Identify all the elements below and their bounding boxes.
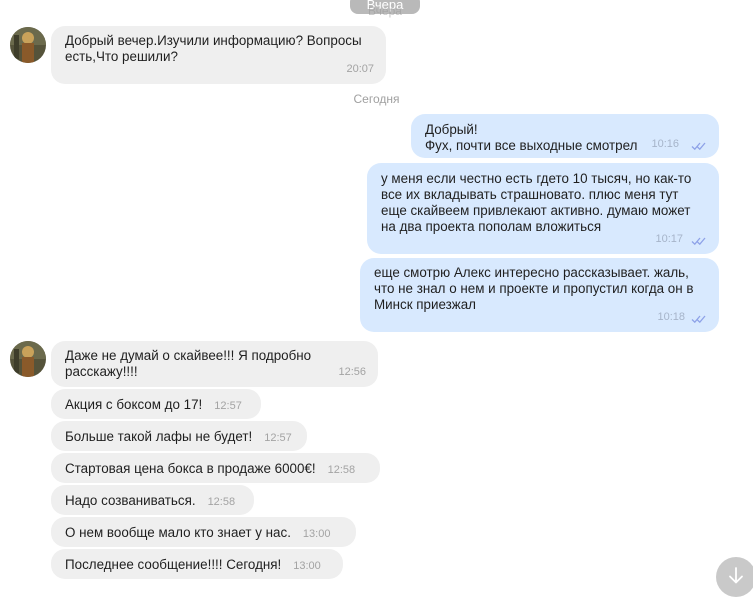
message-text: Акция с боксом до 17! bbox=[65, 397, 203, 412]
date-chip-shadow-label: Вчера bbox=[368, 4, 402, 18]
message-time: 10:18 bbox=[657, 311, 685, 323]
double-check-icon bbox=[691, 142, 706, 151]
message-bubble[interactable]: Даже не думай о скайвее!!! Я подробно ра… bbox=[51, 341, 378, 387]
message-time: 12:57 bbox=[264, 432, 292, 444]
message-bubble[interactable]: Больше такой лафы не будет! 12:57 bbox=[51, 421, 307, 451]
message-text-line: еще смотрю Алекс интересно рассказывает.… bbox=[374, 265, 689, 280]
message-bubble[interactable]: Добрый вечер.Изучили информацию? Вопросы… bbox=[51, 26, 386, 84]
message-time: 13:00 bbox=[293, 560, 321, 572]
double-check-icon bbox=[691, 315, 706, 324]
date-separator: Сегодня bbox=[353, 92, 400, 106]
message-text-line: все их вкладывать страшновато. плюс меня… bbox=[381, 187, 679, 202]
avatar[interactable] bbox=[10, 27, 46, 63]
message-bubble[interactable]: О нем вообще мало кто знает у нас. 13:00 bbox=[51, 517, 356, 547]
message-text: Стартовая цена бокса в продаже 6000€! bbox=[65, 461, 316, 476]
message-text: О нем вообще мало кто знает у нас. bbox=[65, 525, 291, 540]
message-text: Последнее сообщение!!!! Сегодня! bbox=[65, 557, 282, 572]
arrow-down-icon bbox=[729, 567, 743, 584]
message-time: 10:17 bbox=[655, 233, 683, 245]
message-time: 12:57 bbox=[214, 400, 242, 412]
message-bubble[interactable]: Акция с боксом до 17! 12:57 bbox=[51, 389, 261, 419]
avatar[interactable] bbox=[10, 341, 46, 377]
message-text-line: еще скайвеем привлекают активно. думаю м… bbox=[381, 203, 691, 218]
message-text-line: у меня если честно есть гдето 10 тысяч, … bbox=[381, 171, 692, 186]
scroll-down-button[interactable] bbox=[716, 557, 753, 597]
date-chip: Вчера Вчера bbox=[350, 0, 420, 18]
message-bubble[interactable]: еще смотрю Алекс интересно рассказывает.… bbox=[360, 258, 719, 332]
message-text-line: Даже не думай о скайвее!!! Я подробно bbox=[65, 348, 312, 363]
message-time: 13:00 bbox=[302, 528, 331, 540]
message-time: 10:16 bbox=[651, 138, 679, 150]
message-time: 12:58 bbox=[207, 496, 236, 508]
message-text-line: расскажу!!!! bbox=[65, 364, 138, 379]
message-bubble[interactable]: Надо созваниваться. 12:58 bbox=[51, 485, 254, 515]
message-text-line: Добрый вечер.Изучили информацию? Вопросы bbox=[65, 33, 362, 48]
double-check-icon bbox=[691, 237, 706, 246]
message-bubble[interactable]: Добрый! Фух, почти все выходные смотрел … bbox=[411, 114, 719, 158]
message-time: 20:07 bbox=[346, 63, 374, 75]
message-time: 12:56 bbox=[338, 366, 366, 378]
message-bubble[interactable]: Последнее сообщение!!!! Сегодня! 13:00 bbox=[51, 549, 343, 579]
message-text-line: что не знал о нем и проекте и пропустил … bbox=[374, 281, 694, 296]
message-text: Надо созваниваться. bbox=[65, 493, 196, 508]
message-time: 12:58 bbox=[327, 464, 356, 476]
message-bubble[interactable]: Стартовая цена бокса в продаже 6000€! 12:… bbox=[51, 453, 380, 483]
message-bubble[interactable]: у меня если честно есть гдето 10 тысяч, … bbox=[367, 163, 719, 254]
message-text-line: есть,Что решили? bbox=[65, 49, 178, 64]
message-text: Больше такой лафы не будет! bbox=[65, 429, 253, 444]
